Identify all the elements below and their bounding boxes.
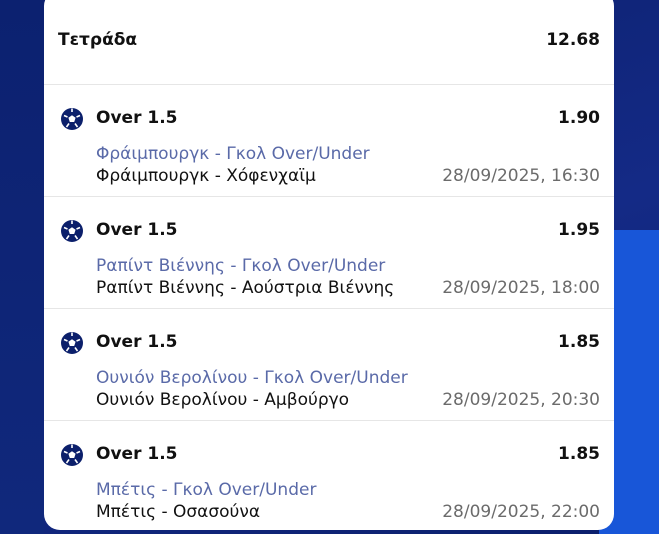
match-name: Μπέτις - Οσασούνα <box>96 502 261 522</box>
match-datetime: 28/09/2025, 16:30 <box>442 166 600 186</box>
selection-row[interactable]: Over 1.5 1.95 Ραπίντ Βιέννης - Γκολ Over… <box>44 197 614 307</box>
match-name: Ραπίντ Βιέννης - Αούστρια Βιέννης <box>96 278 395 298</box>
market-line: Ραπίντ Βιέννης - Γκολ Over/Under <box>96 256 386 276</box>
selection-row[interactable]: Over 1.5 1.90 Φράιμπουργκ - Γκολ Over/Un… <box>44 85 614 195</box>
match-name: Φράιμπουργκ - Χόφενχαϊμ <box>96 166 316 186</box>
betslip-card: Τετράδα 12.68 Over 1.5 1.90 Φράιμπουργκ … <box>44 0 614 530</box>
soccer-ball-icon <box>61 108 83 130</box>
selection-odds: 1.85 <box>558 444 600 464</box>
soccer-ball-icon <box>61 220 83 242</box>
betslip-header: Τετράδα 12.68 <box>58 20 600 60</box>
selection-odds: 1.90 <box>558 108 600 128</box>
match-datetime: 28/09/2025, 22:00 <box>442 502 600 522</box>
selection-row[interactable]: Over 1.5 1.85 Ουνιόν Βερολίνου - Γκολ Ov… <box>44 309 614 419</box>
match-datetime: 28/09/2025, 18:00 <box>442 278 600 298</box>
soccer-ball-icon <box>61 444 83 466</box>
market-line: Μπέτις - Γκολ Over/Under <box>96 480 317 500</box>
market-line: Ουνιόν Βερολίνου - Γκολ Over/Under <box>96 368 408 388</box>
background-left <box>0 0 44 534</box>
bet-type-label: Τετράδα <box>58 30 138 50</box>
selection-odds: 1.95 <box>558 220 600 240</box>
total-odds: 12.68 <box>546 30 600 50</box>
market-label: Over 1.5 <box>96 108 178 128</box>
market-label: Over 1.5 <box>96 332 178 352</box>
match-name: Ουνιόν Βερολίνου - Αμβούργο <box>96 390 350 410</box>
match-datetime: 28/09/2025, 20:30 <box>442 390 600 410</box>
selection-row[interactable]: Over 1.5 1.85 Μπέτις - Γκολ Over/Under Μ… <box>44 421 614 531</box>
market-label: Over 1.5 <box>96 444 178 464</box>
soccer-ball-icon <box>61 332 83 354</box>
market-label: Over 1.5 <box>96 220 178 240</box>
market-line: Φράιμπουργκ - Γκολ Over/Under <box>96 144 370 164</box>
selection-odds: 1.85 <box>558 332 600 352</box>
